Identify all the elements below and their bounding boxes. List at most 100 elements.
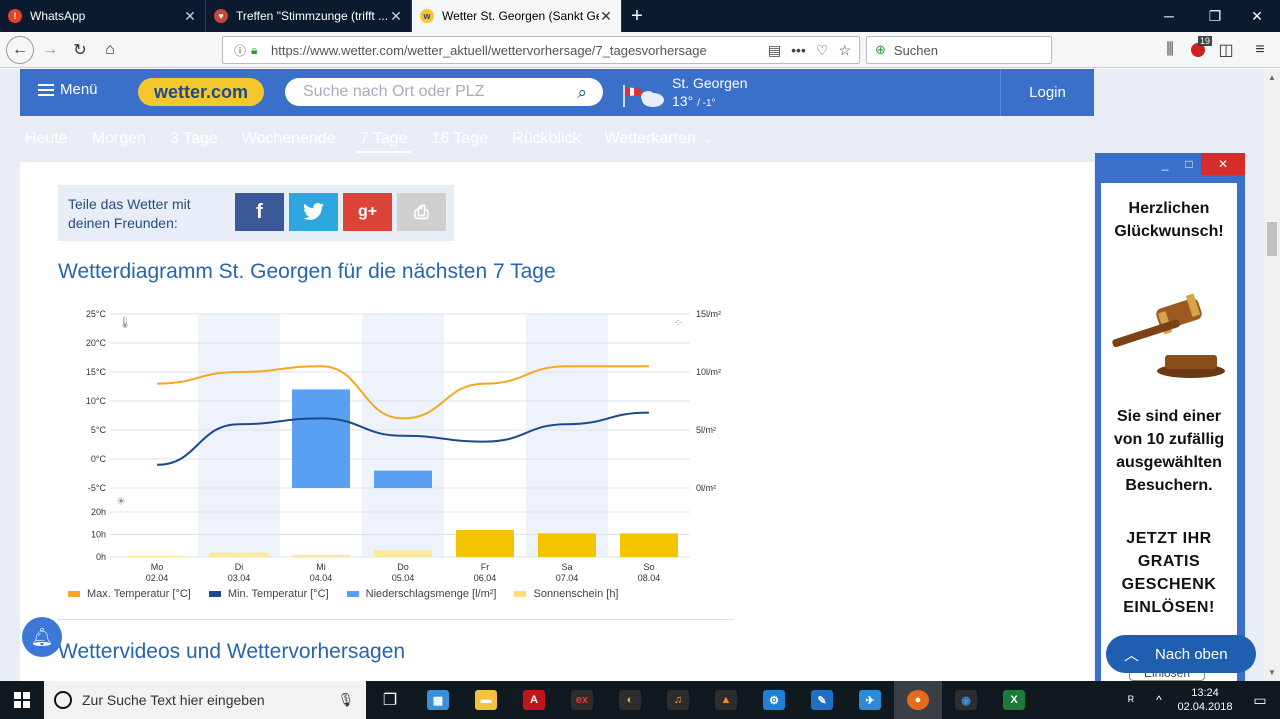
adblock-icon[interactable]: 19 bbox=[1186, 36, 1213, 62]
day-label: Mo bbox=[151, 562, 164, 572]
wetter-logo[interactable]: wetter.com bbox=[138, 78, 264, 106]
tray-chevron-icon[interactable]: ^ bbox=[1148, 693, 1170, 707]
firefox-icon[interactable]: ● bbox=[894, 681, 942, 719]
app-icon-8[interactable]: ⚙ bbox=[750, 681, 798, 719]
sunshine-bar bbox=[374, 550, 432, 557]
sidebar-icon[interactable]: ◫ bbox=[1214, 38, 1238, 62]
acrobat-icon[interactable]: A bbox=[510, 681, 558, 719]
chart-legend: Max. Temperatur [°C] Min. Temperatur [°C… bbox=[68, 588, 619, 600]
ad-maximize-icon[interactable]: □ bbox=[1177, 153, 1201, 175]
login-button[interactable]: Login bbox=[1000, 69, 1094, 116]
back-button[interactable]: ← bbox=[6, 36, 34, 64]
sunshine-bar bbox=[456, 530, 514, 557]
url-bar[interactable]: ⓘ 🔒︎ https://www.wetter.com/wetter_aktue… bbox=[222, 36, 860, 64]
home-button[interactable]: ⌂ bbox=[98, 38, 122, 62]
nach-oben-label: Nach oben bbox=[1155, 645, 1228, 663]
ad-popup: _ □ ✕ Herzlichen Glückwunsch! Sie sind e… bbox=[1095, 153, 1245, 681]
close-tab-icon[interactable]: ✕ bbox=[389, 8, 403, 25]
ad-close-icon[interactable]: ✕ bbox=[1201, 153, 1245, 175]
nav-wetterkarten[interactable]: Wetterkarten ⌄ bbox=[605, 130, 713, 148]
nav-morgen[interactable]: Morgen bbox=[92, 130, 146, 148]
clock[interactable]: 13:24 02.04.2018 bbox=[1170, 686, 1240, 714]
music-app-icon[interactable]: ♫ bbox=[654, 681, 702, 719]
menu-icon bbox=[38, 83, 54, 96]
url-text[interactable]: https://www.wetter.com/wetter_aktuell/we… bbox=[271, 43, 768, 58]
taskbar-search-input[interactable]: Zur Suche Text hier eingeben 🎙︎ bbox=[44, 681, 366, 719]
chart-day-shade bbox=[198, 314, 280, 557]
sunshine-bar bbox=[538, 533, 596, 557]
app-icon-12[interactable]: ◉ bbox=[942, 681, 990, 719]
precip-tick-label: 15l/m² bbox=[696, 309, 721, 319]
search-icon[interactable]: ⌕ bbox=[577, 83, 587, 103]
videos-heading: Wettervideos und Wettervorhersagen bbox=[58, 640, 406, 663]
app-icon-10[interactable]: ✈ bbox=[846, 681, 894, 719]
nav-16-tage[interactable]: 16 Tage bbox=[431, 130, 488, 148]
pocket-icon[interactable]: ♡ bbox=[816, 42, 829, 59]
task-view-icon[interactable]: ❐ bbox=[366, 681, 414, 719]
date-label: 07.04 bbox=[556, 573, 579, 583]
close-tab-icon[interactable]: ✕ bbox=[183, 8, 197, 25]
treffen-favicon-icon: ♥ bbox=[214, 9, 228, 23]
app-icon-1[interactable]: ▦ bbox=[414, 681, 462, 719]
site-search-placeholder: Suche nach Ort oder PLZ bbox=[303, 83, 485, 100]
print-button[interactable]: ⎙ bbox=[397, 193, 446, 231]
minimize-window-icon[interactable]: ─ bbox=[1146, 0, 1192, 32]
bookmark-star-icon[interactable]: ☆ bbox=[838, 42, 851, 59]
info-icon[interactable]: ⓘ bbox=[229, 42, 251, 59]
facebook-share-button[interactable]: f bbox=[235, 193, 284, 231]
close-window-icon[interactable]: ✕ bbox=[1234, 0, 1280, 32]
temp-tick-label: 15°C bbox=[86, 367, 107, 377]
library-icon[interactable]: ⫼ bbox=[1158, 38, 1182, 62]
browser-search-input[interactable]: ⊕ Suchen bbox=[866, 36, 1052, 64]
scroll-thumb[interactable] bbox=[1267, 222, 1277, 256]
app-icon-5[interactable]: ◐ bbox=[606, 681, 654, 719]
tab-title: Wetter St. Georgen (Sankt Geor bbox=[442, 9, 599, 23]
vlc-icon[interactable]: ▲ bbox=[702, 681, 750, 719]
site-header: Menü wetter.com Suche nach Ort oder PLZ … bbox=[20, 69, 1094, 116]
scroll-up-icon[interactable]: ▲ bbox=[1268, 73, 1276, 82]
new-tab-button[interactable]: + bbox=[622, 0, 652, 32]
day-label: So bbox=[643, 562, 654, 572]
ad-minimize-icon[interactable]: _ bbox=[1153, 153, 1177, 175]
notification-center-icon[interactable]: ▭ bbox=[1240, 692, 1280, 709]
excel-icon[interactable]: X bbox=[990, 681, 1038, 719]
reader-view-icon[interactable]: ▤ bbox=[768, 42, 781, 59]
nav-wochenende[interactable]: Wochenende bbox=[242, 130, 336, 148]
forward-button[interactable]: → bbox=[38, 38, 62, 62]
googleplus-share-button[interactable]: g+ bbox=[343, 193, 392, 231]
day-label: Fr bbox=[481, 562, 490, 572]
site-search-input[interactable]: Suche nach Ort oder PLZ ⌕ bbox=[285, 78, 603, 106]
notification-bell-icon[interactable]: 🔔︎ bbox=[22, 617, 62, 657]
twitter-share-button[interactable] bbox=[289, 193, 338, 231]
tab-treffen[interactable]: ♥ Treffen "Stimmzunge (trifft ... ✕ bbox=[206, 0, 412, 32]
hamburger-menu-icon[interactable]: ≡ bbox=[1248, 38, 1272, 62]
nav-rueckblick[interactable]: Rückblick bbox=[512, 130, 580, 148]
date-label: 08.04 bbox=[638, 573, 661, 583]
windows-start-button[interactable] bbox=[0, 681, 44, 719]
nach-oben-button[interactable]: ︿ Nach oben bbox=[1106, 635, 1256, 673]
ad-body[interactable]: Herzlichen Glückwunsch! Sie sind einer v… bbox=[1101, 183, 1237, 681]
file-explorer-icon[interactable]: ▬ bbox=[462, 681, 510, 719]
nav-heute[interactable]: Heute bbox=[25, 130, 68, 148]
legend-max-temp: Max. Temperatur [°C] bbox=[68, 588, 191, 600]
scroll-down-icon[interactable]: ▼ bbox=[1268, 668, 1276, 677]
app-icon-9[interactable]: ✎ bbox=[798, 681, 846, 719]
page-actions-icon[interactable]: ••• bbox=[791, 42, 806, 59]
sunshine-bar bbox=[210, 552, 268, 557]
reload-button[interactable]: ↻ bbox=[68, 38, 92, 62]
people-icon[interactable]: ᴿ bbox=[1114, 693, 1148, 708]
nav-7-tage[interactable]: 7 Tage bbox=[355, 130, 412, 153]
app-icon-4[interactable]: ex bbox=[558, 681, 606, 719]
windows-taskbar: Zur Suche Text hier eingeben 🎙︎ ❐ ▦ ▬ A … bbox=[0, 681, 1280, 719]
close-tab-icon[interactable]: ✕ bbox=[599, 8, 613, 25]
tab-whatsapp[interactable]: ! WhatsApp ✕ bbox=[0, 0, 206, 32]
menu-button[interactable]: Menü bbox=[38, 81, 98, 98]
share-box: Teile das Wetter mit deinen Freunden: f … bbox=[58, 185, 454, 241]
twitter-icon bbox=[302, 203, 324, 220]
maximize-window-icon[interactable]: ❐ bbox=[1192, 0, 1238, 32]
nav-3-tage[interactable]: 3 Tage bbox=[170, 130, 218, 148]
tab-wetter[interactable]: w Wetter St. Georgen (Sankt Geor ✕ bbox=[412, 0, 622, 32]
microphone-icon[interactable]: 🎙︎ bbox=[337, 692, 354, 708]
page-scrollbar[interactable]: ▲ ▼ bbox=[1264, 69, 1280, 681]
legend-min-temp: Min. Temperatur [°C] bbox=[208, 588, 329, 600]
